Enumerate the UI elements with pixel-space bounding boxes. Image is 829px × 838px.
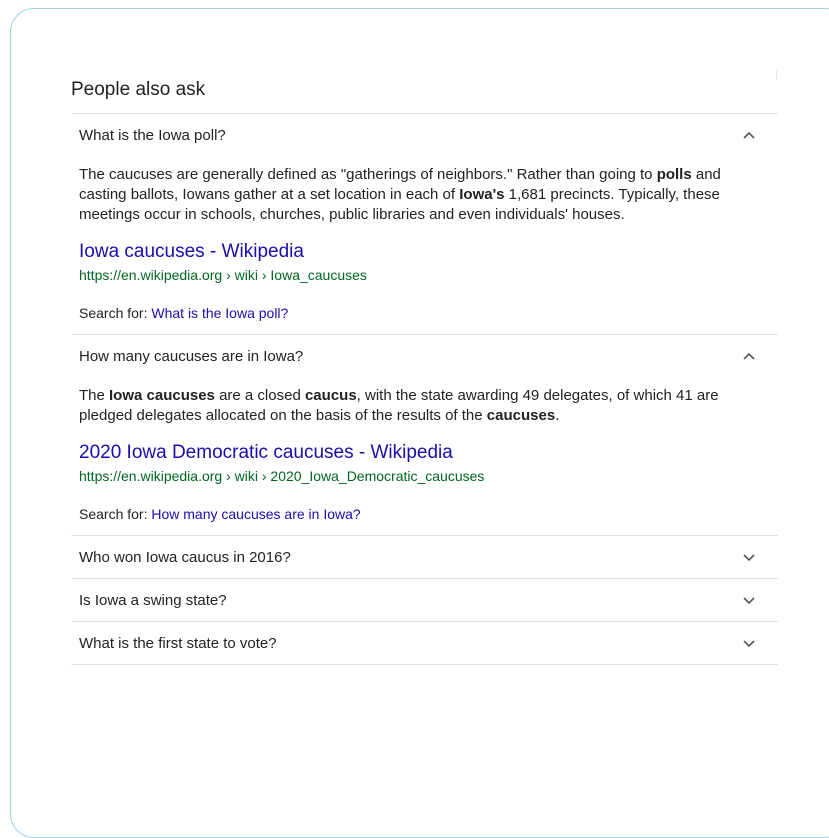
chevron-down-icon[interactable] <box>742 636 756 650</box>
snippet-text: The caucuses are generally defined as "g… <box>79 166 657 183</box>
answer-panel: The Iowa caucuses are a closed caucus, w… <box>71 386 778 536</box>
snippet-bold-text: caucus <box>304 387 357 404</box>
search-for-link[interactable]: What is the Iowa poll? <box>151 305 288 321</box>
people-also-ask: People also ask What is the Iowa poll? T… <box>71 75 778 665</box>
result-url: https://en.wikipedia.org › wiki › Iowa_c… <box>79 267 367 283</box>
answer-panel: The caucuses are generally defined as "g… <box>71 165 778 335</box>
chevron-up-icon[interactable] <box>742 349 756 363</box>
paa-title: People also ask <box>71 75 778 114</box>
search-for-label: Search for: <box>79 305 152 321</box>
question-text: Is Iowa a swing state? <box>79 591 227 609</box>
chevron-up-icon[interactable] <box>742 128 756 142</box>
snippet-text: The <box>79 387 110 404</box>
result-url: https://en.wikipedia.org › wiki › 2020_I… <box>79 468 485 484</box>
chevron-down-icon[interactable] <box>742 593 756 607</box>
question-text: What is the first state to vote? <box>79 634 277 652</box>
answer-snippet: The caucuses are generally defined as "g… <box>79 165 754 225</box>
chevron-down-icon[interactable] <box>742 550 756 564</box>
snippet-text: . <box>555 407 560 424</box>
question-row[interactable]: How many caucuses are in Iowa? <box>71 335 778 377</box>
question-row[interactable]: What is the first state to vote? <box>71 622 778 665</box>
search-for-label: Search for: <box>79 506 152 522</box>
search-for: Search for: How many caucuses are in Iow… <box>79 505 754 523</box>
result-title-link[interactable]: Iowa caucuses - Wikipedia <box>79 240 754 264</box>
question-text: What is the Iowa poll? <box>79 126 226 144</box>
snippet-bold-text: polls <box>656 166 692 183</box>
question-row[interactable]: Is Iowa a swing state? <box>71 579 778 622</box>
snippet-bold-text: caucuses <box>486 407 556 424</box>
question-row[interactable]: Who won Iowa caucus in 2016? <box>71 536 778 579</box>
question-text: How many caucuses are in Iowa? <box>79 347 304 365</box>
search-for-link[interactable]: How many caucuses are in Iowa? <box>151 506 360 522</box>
snippet-bold-text: Iowa's <box>459 186 505 203</box>
search-for: Search for: What is the Iowa poll? <box>79 304 754 322</box>
question-row[interactable]: What is the Iowa poll? <box>71 114 778 156</box>
snippet-text: are a closed <box>214 387 305 404</box>
question-text: Who won Iowa caucus in 2016? <box>79 548 291 566</box>
answer-snippet: The Iowa caucuses are a closed caucus, w… <box>79 386 754 426</box>
snippet-bold-text: Iowa caucuses <box>109 387 215 404</box>
result-title-link[interactable]: 2020 Iowa Democratic caucuses - Wikipedi… <box>79 441 754 465</box>
